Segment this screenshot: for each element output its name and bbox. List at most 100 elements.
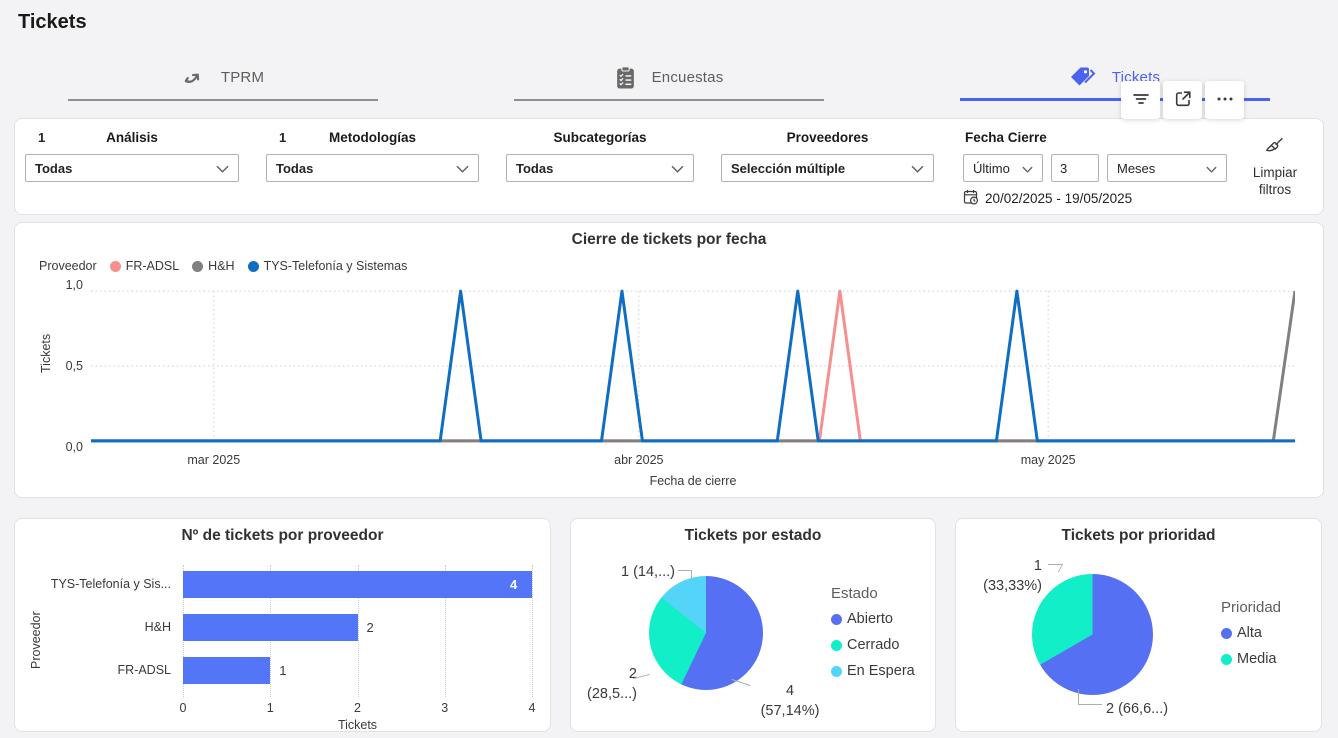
x-tick-label: 1 xyxy=(267,701,274,715)
line-x-ticks: mar 2025 abr 2025 may 2025 xyxy=(91,453,1295,469)
bar-gridline xyxy=(532,565,533,697)
fecha-period-dropdown[interactable]: Último xyxy=(963,154,1043,182)
x-tick-label: 2 xyxy=(354,701,361,715)
legend-item[interactable]: En Espera xyxy=(831,663,915,679)
metodologias-label: Metodologías xyxy=(266,129,479,145)
analisis-dropdown[interactable]: Todas xyxy=(25,154,239,182)
bar-TYS-Telefonía y Sis...[interactable] xyxy=(183,571,532,598)
legend-item[interactable]: Alta xyxy=(1221,625,1281,641)
legend-dot-icon xyxy=(831,666,842,677)
prioridad-pie-legend: Prioridad AltaMedia xyxy=(1221,599,1281,677)
broom-icon xyxy=(1264,144,1286,161)
estado-pie-card: Tickets por estado 1 (14,...) 2 (28,5...… xyxy=(570,518,936,732)
tab-encuestas[interactable]: Encuestas xyxy=(514,58,824,101)
bar-plot-area: 4 2 1 xyxy=(183,565,532,697)
legend-dot-icon xyxy=(1221,654,1232,665)
legend-title: Estado xyxy=(831,585,915,602)
subcategorias-value: Todas xyxy=(516,161,553,176)
line-plot-area[interactable] xyxy=(91,285,1295,447)
legend-item[interactable]: Abierto xyxy=(831,611,915,627)
pie-callout: 1 (33,33%) xyxy=(978,557,1042,596)
x-tick-label: 3 xyxy=(441,701,448,715)
x-tick-label: abr 2025 xyxy=(614,453,663,467)
legend-label: H&H xyxy=(208,259,234,273)
filter-lines-icon xyxy=(1131,89,1151,112)
more-options-button[interactable] xyxy=(1205,81,1244,119)
analisis-label: Análisis xyxy=(25,129,239,145)
fecha-unit-value: Meses xyxy=(1117,161,1155,176)
popout-button[interactable] xyxy=(1163,81,1202,119)
chevron-down-icon xyxy=(1206,161,1217,176)
date-range-text: 20/02/2025 - 19/05/2025 xyxy=(985,191,1132,206)
chevron-down-icon xyxy=(671,161,684,176)
filter-bar: 1 Análisis Todas 1 Metodologías Todas Su… xyxy=(14,118,1324,215)
legend-dot-icon xyxy=(248,261,259,272)
bar-category-label: FR-ADSL xyxy=(118,657,171,684)
line-y-axis-title: Tickets xyxy=(39,334,53,373)
bar-value-label: 2 xyxy=(367,614,374,641)
y-tick-label: 0,0 xyxy=(66,440,83,454)
bar-row: 1 xyxy=(183,657,532,684)
page-title: Tickets xyxy=(18,11,87,34)
legend-item[interactable]: Media xyxy=(1221,651,1281,667)
filter-button[interactable] xyxy=(1121,81,1160,119)
proveedores-value: Selección múltiple xyxy=(731,161,845,176)
legend-item[interactable]: TYS-Telefonía y Sistemas xyxy=(248,259,408,273)
metodologias-count: 1 xyxy=(279,130,286,145)
fecha-period-value: Último xyxy=(973,161,1010,176)
bar-value-label: 4 xyxy=(510,571,517,598)
subcategorias-label: Subcategorías xyxy=(506,129,694,145)
bar-chart-card: Nº de tickets por proveedor Proveedor TY… xyxy=(14,518,551,732)
pie-callout: 4 (57,14%) xyxy=(747,682,833,721)
line-chart-title: Cierre de tickets por fecha xyxy=(15,231,1323,249)
proveedores-dropdown[interactable]: Selección múltiple xyxy=(721,154,934,182)
y-tick-label: 0,5 xyxy=(66,359,83,373)
metodologias-dropdown[interactable]: Todas xyxy=(266,154,479,182)
bar-category-label: H&H xyxy=(145,614,171,641)
subcategorias-dropdown[interactable]: Todas xyxy=(506,154,694,182)
bar-FR-ADSL[interactable] xyxy=(183,657,270,684)
line-y-ticks: 1,00,50,0 xyxy=(55,285,83,447)
estado-pie[interactable] xyxy=(649,576,763,690)
bar-row: 4 xyxy=(183,571,532,598)
legend-dot-icon xyxy=(831,640,842,651)
bar-H&H[interactable] xyxy=(183,614,358,641)
x-tick-label: 4 xyxy=(529,701,536,715)
metodologias-value: Todas xyxy=(276,161,313,176)
analisis-count: 1 xyxy=(38,130,45,145)
x-tick-label: mar 2025 xyxy=(187,453,240,467)
line-chart-svg xyxy=(91,285,1295,447)
chevron-down-icon xyxy=(456,161,469,176)
legend-title: Proveedor xyxy=(39,259,97,273)
prioridad-pie[interactable] xyxy=(1032,574,1153,695)
callout-connector xyxy=(1044,564,1063,572)
fecha-n-input[interactable] xyxy=(1051,154,1099,182)
bar-category-label: TYS-Telefonía y Sis... xyxy=(51,571,171,598)
proveedores-label: Proveedores xyxy=(721,129,934,145)
flow-arrows-icon xyxy=(182,66,205,89)
legend-dot-icon xyxy=(192,261,203,272)
line-chart-legend: Proveedor FR-ADSL H&H TYS-Telefonía y Sist… xyxy=(39,259,407,273)
bar-category-labels: TYS-Telefonía y Sis... H&H FR-ADSL xyxy=(45,565,177,697)
legend-item[interactable]: Cerrado xyxy=(831,637,915,653)
legend-item[interactable]: H&H xyxy=(192,259,234,273)
callout-connector xyxy=(678,570,692,579)
legend-dot-icon xyxy=(831,614,842,625)
analisis-value: Todas xyxy=(35,161,72,176)
chevron-down-icon xyxy=(216,161,229,176)
bar-x-ticks: 01234 xyxy=(183,701,532,715)
fecha-unit-dropdown[interactable]: Meses xyxy=(1107,154,1227,182)
bar-row: 2 xyxy=(183,614,532,641)
tab-tprm[interactable]: TPRM xyxy=(68,58,378,101)
estado-pie-title: Tickets por estado xyxy=(571,527,935,545)
bar-y-axis-title: Proveedor xyxy=(29,611,43,669)
more-ellipsis-icon xyxy=(1215,89,1235,112)
clear-filters-button[interactable]: Limpiar filtros xyxy=(1239,129,1311,206)
pie-callout: 2 (66,6...) xyxy=(1106,700,1168,720)
legend-item[interactable]: FR-ADSL xyxy=(110,259,179,273)
x-tick-label: may 2025 xyxy=(1021,453,1076,467)
popout-icon xyxy=(1173,89,1193,112)
chevron-down-icon xyxy=(1022,161,1033,176)
fecha-cierre-label: Fecha Cierre xyxy=(963,129,1227,145)
y-tick-label: 1,0 xyxy=(66,278,83,292)
